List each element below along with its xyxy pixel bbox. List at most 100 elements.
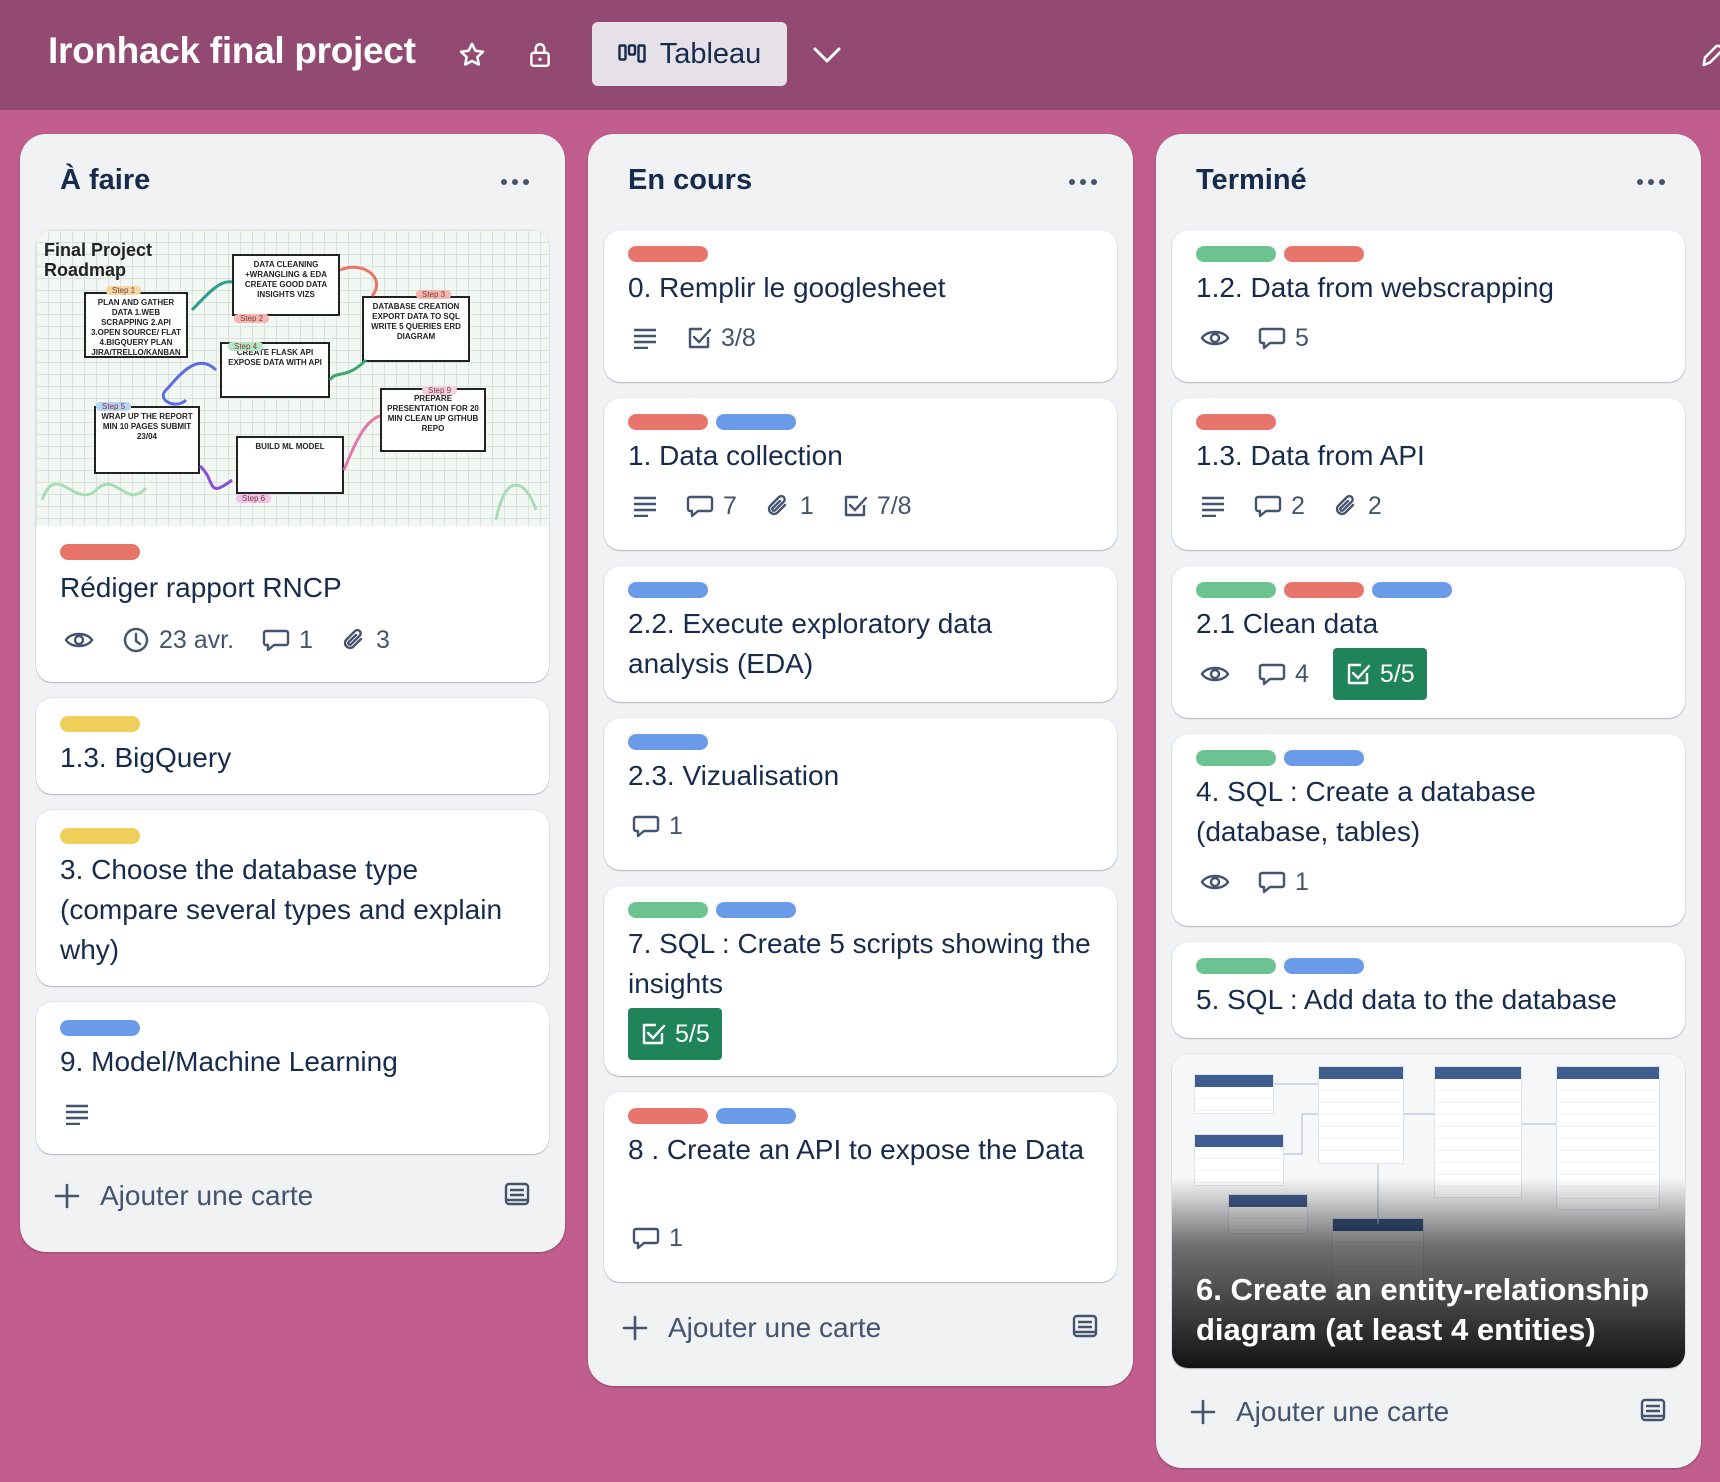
card-data-collection[interactable]: 1. Data collection 7 1 7/8 — [604, 398, 1117, 550]
label-red — [1284, 246, 1364, 262]
label-green — [1196, 958, 1276, 974]
paperclip-icon — [1335, 494, 1355, 516]
card-title: 5. SQL : Add data to the database — [1196, 984, 1617, 1015]
label-blue — [1284, 958, 1364, 974]
card-erd[interactable]: 6. Create an entity-relationship diagram… — [1172, 1054, 1685, 1368]
label-yellow — [60, 716, 140, 732]
checkbox-icon — [642, 1023, 666, 1045]
comments-count: 1 — [669, 1223, 683, 1252]
card-template-icon[interactable] — [503, 1180, 531, 1208]
chevron-down-icon[interactable] — [808, 36, 846, 74]
card-template-icon[interactable] — [1639, 1396, 1667, 1424]
board-header: Ironhack final project Tableau — [0, 0, 1720, 110]
card-title: 2.2. Execute exploratory data analysis (… — [628, 608, 993, 679]
checklist-badge: 7/8 — [838, 480, 916, 532]
comments-badge: 7 — [682, 480, 741, 532]
card-vizualisation[interactable]: 2.3. Vizualisation 1 — [604, 718, 1117, 870]
card-title: Rédiger rapport RNCP — [60, 572, 342, 603]
label-green — [1196, 246, 1276, 262]
label-blue — [716, 414, 796, 430]
label-blue — [1284, 750, 1364, 766]
power-ups-icon[interactable] — [1696, 36, 1720, 74]
lock-icon[interactable] — [521, 36, 559, 74]
add-card-label: Ajouter une carte — [668, 1312, 882, 1343]
list-menu-icon[interactable] — [1631, 162, 1671, 202]
add-card-button[interactable]: Ajouter une carte — [1172, 1384, 1685, 1440]
add-card-button[interactable]: Ajouter une carte — [604, 1300, 1117, 1356]
list-in-progress: En cours 0. Remplir le googlesheet 3/8 1… — [588, 134, 1133, 1386]
card-redact-report[interactable]: Final Project Roadmap PLAN AND GATHER DA… — [36, 230, 549, 682]
card-sql-scripts[interactable]: 7. SQL : Create 5 scripts showing the in… — [604, 886, 1117, 1076]
checklist-count: 5/5 — [675, 1019, 710, 1048]
description-icon — [66, 1104, 88, 1125]
add-card-button[interactable]: Ajouter une carte — [36, 1168, 549, 1224]
list-menu-icon[interactable] — [1063, 162, 1103, 202]
card-bigquery[interactable]: 1.3. BigQuery — [36, 698, 549, 794]
list-title[interactable]: À faire — [60, 164, 150, 197]
card-title: 2.3. Vizualisation — [628, 760, 840, 791]
card-data-from-api[interactable]: 1.3. Data from API 2 2 — [1172, 398, 1685, 550]
roadmap-cover-image: Final Project Roadmap PLAN AND GATHER DA… — [36, 230, 549, 526]
card-title: 4. SQL : Create a database (database, ta… — [1196, 776, 1536, 847]
plus-icon — [1190, 1399, 1216, 1425]
description-badge — [60, 1088, 94, 1140]
board-title[interactable]: Ironhack final project — [48, 30, 416, 72]
card-title: 9. Model/Machine Learning — [60, 1046, 398, 1077]
board-view-button[interactable]: Tableau — [592, 22, 787, 86]
label-red — [628, 414, 708, 430]
card-googlesheet[interactable]: 0. Remplir le googlesheet 3/8 — [604, 230, 1117, 382]
list-title[interactable]: En cours — [628, 164, 752, 197]
eye-icon — [64, 632, 94, 648]
label-blue — [628, 734, 708, 750]
label-green — [1196, 750, 1276, 766]
comment-icon — [686, 495, 714, 518]
attachments-badge: 2 — [1329, 480, 1386, 532]
card-badges: 1 — [628, 1212, 687, 1264]
card-webscrapping[interactable]: 1.2. Data from webscrapping 5 — [1172, 230, 1685, 382]
board-view-label: Tableau — [659, 37, 762, 70]
card-choose-database[interactable]: 3. Choose the database type (compare sev… — [36, 810, 549, 986]
card-title: 7. SQL : Create 5 scripts showing the in… — [628, 928, 1091, 999]
list-header: À faire — [20, 134, 565, 230]
card-badges — [60, 1088, 94, 1140]
label-red — [1284, 582, 1364, 598]
checklist-count: 3/8 — [721, 323, 756, 352]
comments-count: 4 — [1295, 659, 1309, 688]
comment-icon — [262, 629, 290, 652]
card-create-api[interactable]: 8 . Create an API to expose the Data 1 — [604, 1092, 1117, 1282]
card-badges: 4 5/5 — [1196, 648, 1427, 700]
card-eda[interactable]: 2.2. Execute exploratory data analysis (… — [604, 566, 1117, 702]
card-title: 2.1 Clean data — [1196, 608, 1379, 639]
list-done: Terminé 1.2. Data from webscrapping 5 1.… — [1156, 134, 1701, 1468]
attachments-count: 1 — [799, 491, 814, 520]
paperclip-icon — [767, 494, 787, 516]
label-red — [628, 1108, 708, 1124]
checklist-badge: 3/8 — [682, 312, 760, 364]
card-clean-data[interactable]: 2.1 Clean data 4 5/5 — [1172, 566, 1685, 718]
card-model-ml[interactable]: 9. Model/Machine Learning — [36, 1002, 549, 1154]
card-sql-create-database[interactable]: 4. SQL : Create a database (database, ta… — [1172, 734, 1685, 926]
clock-icon — [123, 627, 149, 653]
eye-icon — [1200, 666, 1230, 682]
comment-icon — [1258, 327, 1286, 350]
due-date-badge: 23 avr. — [118, 614, 238, 666]
comments-count: 1 — [1295, 867, 1309, 896]
label-green — [1196, 582, 1276, 598]
card-badges: 5/5 — [628, 1008, 722, 1060]
list-menu-icon[interactable] — [495, 162, 535, 202]
board-view-icon — [618, 44, 646, 63]
description-icon — [634, 496, 656, 517]
checklist-count: 7/8 — [876, 491, 912, 520]
list-todo: À faire Final Project Roadmap PLAN AND G… — [20, 134, 565, 1252]
label-blue — [628, 582, 708, 598]
card-template-icon[interactable] — [1071, 1312, 1099, 1340]
star-icon[interactable] — [453, 36, 491, 74]
attachments-count: 2 — [1367, 491, 1382, 520]
erd-cover-image: 6. Create an entity-relationship diagram… — [1172, 1054, 1685, 1368]
comments-count: 7 — [723, 491, 737, 520]
card-title: 8 . Create an API to expose the Data — [628, 1134, 1085, 1165]
checkbox-icon — [1347, 663, 1371, 685]
list-title[interactable]: Terminé — [1196, 164, 1307, 197]
label-blue — [716, 902, 796, 918]
card-sql-add-data[interactable]: 5. SQL : Add data to the database — [1172, 942, 1685, 1038]
